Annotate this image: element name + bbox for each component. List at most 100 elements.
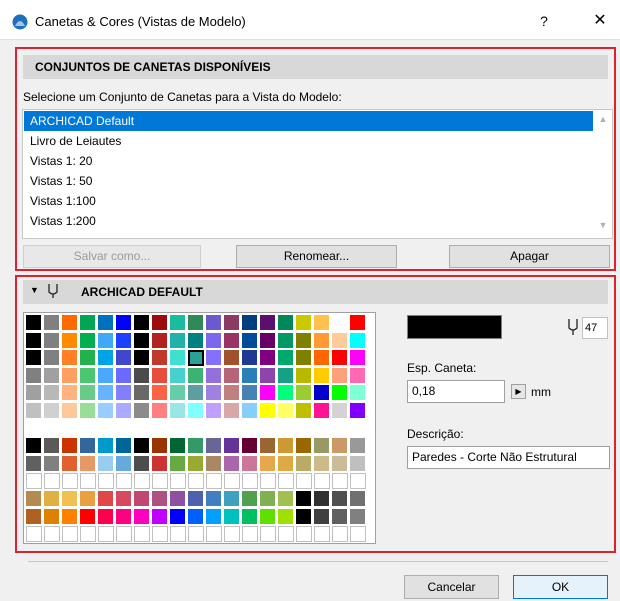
pen-weight-input[interactable]: 0,18 xyxy=(407,380,505,403)
pen-color-swatch[interactable] xyxy=(134,403,150,419)
pen-color-swatch[interactable] xyxy=(98,315,114,331)
pen-color-swatch[interactable] xyxy=(152,385,168,402)
pen-color-swatch[interactable] xyxy=(206,526,222,543)
pen-color-swatch[interactable] xyxy=(260,438,276,455)
pen-color-swatch[interactable] xyxy=(260,508,276,525)
pen-color-swatch[interactable] xyxy=(62,473,78,490)
pen-color-swatch[interactable] xyxy=(224,385,240,402)
pen-color-swatch[interactable] xyxy=(152,508,168,525)
pen-color-swatch[interactable] xyxy=(80,367,96,384)
delete-button[interactable]: Apagar xyxy=(449,245,610,268)
cancel-button[interactable]: Cancelar xyxy=(404,575,499,599)
pen-color-swatch[interactable] xyxy=(170,367,186,384)
pen-color-swatch[interactable] xyxy=(134,420,150,437)
pen-color-swatch[interactable] xyxy=(80,473,96,490)
pen-color-swatch[interactable] xyxy=(170,508,186,525)
pen-color-swatch[interactable] xyxy=(278,350,294,367)
pen-color-swatch[interactable] xyxy=(134,385,150,402)
pen-color-swatch[interactable] xyxy=(188,491,204,507)
pen-color-swatch[interactable] xyxy=(44,403,60,419)
pen-color-swatch[interactable] xyxy=(278,526,294,543)
pen-color-swatch[interactable] xyxy=(278,438,294,455)
pen-color-swatch[interactable] xyxy=(116,385,132,402)
pen-color-swatch[interactable] xyxy=(188,315,204,331)
pen-color-swatch[interactable] xyxy=(26,350,42,367)
pen-color-swatch[interactable] xyxy=(116,473,132,490)
pen-color-swatch[interactable] xyxy=(152,526,168,543)
pen-color-swatch[interactable] xyxy=(44,438,60,455)
pen-color-swatch[interactable] xyxy=(314,315,330,331)
pen-color-swatch[interactable] xyxy=(350,455,366,472)
pen-color-swatch[interactable] xyxy=(26,420,42,437)
pen-color-swatch[interactable] xyxy=(278,420,294,437)
pen-color-swatch[interactable] xyxy=(242,385,258,402)
pen-color-swatch[interactable] xyxy=(62,385,78,402)
pen-color-swatch[interactable] xyxy=(206,420,222,437)
pen-color-swatch[interactable] xyxy=(152,332,168,349)
pen-color-swatch[interactable] xyxy=(26,455,42,472)
pen-color-swatch[interactable] xyxy=(260,455,276,472)
pen-color-swatch[interactable] xyxy=(80,315,96,331)
pen-color-swatch[interactable] xyxy=(242,455,258,472)
pen-color-swatch[interactable] xyxy=(206,491,222,507)
pen-color-swatch[interactable] xyxy=(134,491,150,507)
pen-color-swatch[interactable] xyxy=(206,385,222,402)
pensets-list[interactable]: ARCHICAD Default Livro de Leiautes Vistas … xyxy=(22,109,613,239)
pen-color-swatch[interactable] xyxy=(152,403,168,419)
pen-color-swatch[interactable] xyxy=(134,332,150,349)
pen-color-swatch[interactable] xyxy=(80,526,96,543)
pen-color-swatch[interactable] xyxy=(350,508,366,525)
pen-color-swatch[interactable] xyxy=(188,473,204,490)
pen-color-swatch[interactable] xyxy=(80,385,96,402)
pen-color-swatch[interactable] xyxy=(98,403,114,419)
pen-color-swatch[interactable] xyxy=(350,491,366,507)
pen-color-swatch[interactable] xyxy=(260,420,276,437)
pen-color-swatch[interactable] xyxy=(62,526,78,543)
pen-color-swatch[interactable] xyxy=(116,350,132,367)
pen-color-swatch[interactable] xyxy=(332,315,348,331)
pen-color-swatch[interactable] xyxy=(26,438,42,455)
pen-color-swatch[interactable] xyxy=(224,420,240,437)
pen-color-swatch[interactable] xyxy=(26,403,42,419)
pen-color-swatch[interactable] xyxy=(98,332,114,349)
pen-color-swatch[interactable] xyxy=(242,350,258,367)
pen-color-swatch[interactable] xyxy=(206,367,222,384)
pen-color-swatch[interactable] xyxy=(224,367,240,384)
pen-color-swatch[interactable] xyxy=(350,420,366,437)
pen-color-swatch[interactable] xyxy=(170,332,186,349)
pen-color-swatch[interactable] xyxy=(170,491,186,507)
pen-color-swatch[interactable] xyxy=(278,367,294,384)
help-button[interactable]: ? xyxy=(534,11,554,31)
pen-color-swatch[interactable] xyxy=(188,420,204,437)
pen-color-swatch[interactable] xyxy=(62,315,78,331)
pen-color-swatch[interactable] xyxy=(260,473,276,490)
scroll-up-icon[interactable]: ▲ xyxy=(595,114,611,128)
pen-color-swatch[interactable] xyxy=(98,508,114,525)
pen-color-swatch[interactable] xyxy=(170,403,186,419)
pen-color-swatch[interactable] xyxy=(260,403,276,419)
pen-color-swatch[interactable] xyxy=(116,438,132,455)
pen-color-swatch[interactable] xyxy=(116,526,132,543)
pen-color-swatch[interactable] xyxy=(242,508,258,525)
pen-color-swatch[interactable] xyxy=(62,455,78,472)
pen-color-swatch[interactable] xyxy=(332,385,348,402)
pen-color-swatch[interactable] xyxy=(314,473,330,490)
pen-color-swatch[interactable] xyxy=(278,455,294,472)
pen-color-swatch[interactable] xyxy=(350,438,366,455)
pen-color-swatch[interactable] xyxy=(170,473,186,490)
pen-color-swatch[interactable] xyxy=(170,455,186,472)
pen-color-swatch[interactable] xyxy=(206,508,222,525)
pen-color-swatch[interactable] xyxy=(206,455,222,472)
pen-color-swatch[interactable] xyxy=(170,350,186,367)
pen-color-swatch[interactable] xyxy=(332,491,348,507)
pen-color-swatch[interactable] xyxy=(260,526,276,543)
pen-color-swatch[interactable] xyxy=(242,367,258,384)
pen-color-swatch[interactable] xyxy=(62,350,78,367)
pen-color-swatch[interactable] xyxy=(332,420,348,437)
pen-color-swatch[interactable] xyxy=(188,403,204,419)
pen-color-swatch[interactable] xyxy=(242,473,258,490)
pen-color-swatch[interactable] xyxy=(260,315,276,331)
pen-color-swatch[interactable] xyxy=(152,473,168,490)
pen-color-swatch[interactable] xyxy=(242,438,258,455)
penset-list-item[interactable]: Vistas 1: 50 xyxy=(24,171,593,191)
